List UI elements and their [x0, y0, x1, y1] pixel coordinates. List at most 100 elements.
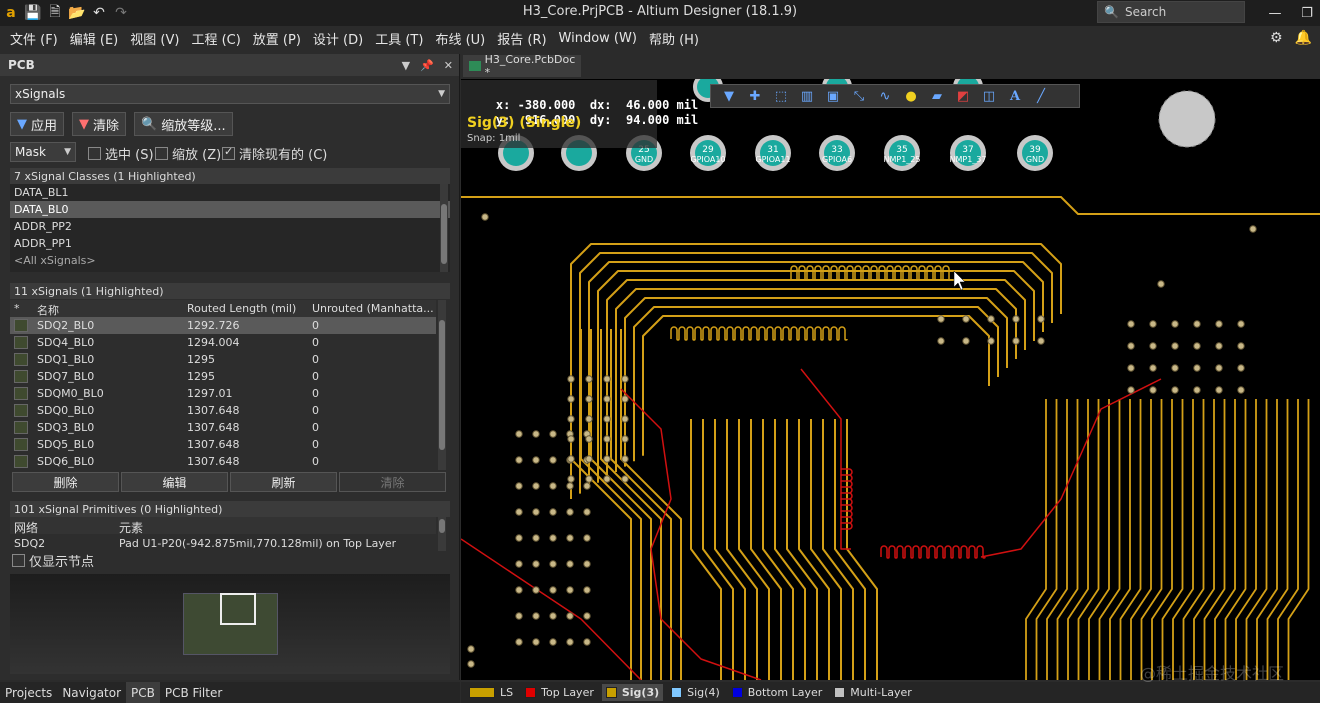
row-color-swatch[interactable]: [14, 404, 28, 417]
via-icon[interactable]: ●: [901, 87, 921, 105]
table-row[interactable]: SDQ7_BL0 1295 0: [10, 368, 436, 385]
delete-button[interactable]: 删除: [12, 472, 119, 492]
list-item-selected[interactable]: DATA_BL0: [10, 201, 450, 218]
align-icon[interactable]: ▥: [797, 87, 817, 105]
col-star[interactable]: *: [14, 302, 20, 315]
redo-icon[interactable]: ↷: [110, 0, 132, 26]
text-icon[interactable]: A: [1005, 87, 1025, 105]
scroll-thumb[interactable]: [439, 519, 445, 533]
scroll-thumb[interactable]: [439, 320, 445, 450]
board-minimap[interactable]: [10, 574, 450, 674]
menu-design[interactable]: 设计 (D): [307, 29, 369, 48]
layer-tab-top[interactable]: Top Layer: [521, 684, 598, 701]
row-color-swatch[interactable]: [14, 370, 28, 383]
gear-icon[interactable]: ⚙: [1270, 30, 1283, 46]
menu-window[interactable]: Window (W): [553, 31, 643, 46]
primitives-scrollbar[interactable]: [438, 517, 446, 551]
clear-button[interactable]: ▼ 清除: [72, 112, 127, 136]
polygon-icon[interactable]: ▰: [927, 87, 947, 105]
tab-pcb[interactable]: PCB: [126, 682, 160, 703]
tab-navigator[interactable]: Navigator: [57, 682, 126, 703]
row-color-swatch[interactable]: [14, 421, 28, 434]
save-all-icon[interactable]: 🗎: [44, 0, 66, 26]
panel-menu-icon[interactable]: ▼: [402, 59, 410, 72]
component-icon[interactable]: ▣: [823, 87, 843, 105]
classes-scrollbar[interactable]: [440, 184, 448, 272]
table-row[interactable]: SDQ6_BL0 1307.648 0: [10, 453, 436, 470]
undo-icon[interactable]: ↶: [88, 0, 110, 26]
signals-scrollbar[interactable]: [438, 300, 446, 470]
col-net[interactable]: 网络: [14, 519, 38, 536]
layer-tab-multi[interactable]: Multi-Layer: [830, 684, 916, 701]
list-item[interactable]: <All xSignals>: [10, 252, 450, 269]
layer-tab-bottom[interactable]: Bottom Layer: [728, 684, 827, 701]
diff-pair-icon[interactable]: ∿: [875, 87, 895, 105]
mode-select[interactable]: xSignals ▼: [10, 84, 450, 104]
tab-document[interactable]: H3_Core.PcbDoc *: [463, 53, 581, 79]
clear-existing-checkbox[interactable]: 清除现有的 (C): [222, 144, 327, 163]
minimize-icon[interactable]: —: [1262, 0, 1288, 26]
row-color-swatch[interactable]: [14, 353, 28, 366]
col-element[interactable]: 元素: [119, 519, 143, 536]
row-color-swatch[interactable]: [14, 336, 28, 349]
table-row[interactable]: SDQM0_BL0 1297.01 0: [10, 385, 436, 402]
refresh-button[interactable]: 刷新: [230, 472, 337, 492]
route-icon[interactable]: ⤡: [849, 87, 869, 105]
table-row[interactable]: SDQ2 Pad U1-P20(-942.875mil,770.128mil) …: [10, 535, 436, 552]
row-color-swatch[interactable]: [14, 438, 28, 451]
menu-project[interactable]: 工程 (C): [185, 29, 246, 48]
mask-select[interactable]: Mask ▼: [10, 142, 76, 162]
menu-file[interactable]: 文件 (F): [4, 29, 64, 48]
close-icon[interactable]: ✕: [444, 59, 453, 72]
apply-button[interactable]: ▼ 应用: [10, 112, 65, 136]
pcb-artwork[interactable]: 25GND29GPIOA1031GPIOA1133GPIOA635NMP1_25…: [461, 79, 1320, 680]
table-row[interactable]: SDQ5_BL0 1307.648 0: [10, 436, 436, 453]
select-rect-icon[interactable]: ⬚: [771, 87, 791, 105]
pcb-canvas[interactable]: 25 GND 29 GPIOA10 31 GPIOA11 33 GPIOA6 35 NMP1_25…: [461, 79, 1320, 680]
pin-icon[interactable]: 📌: [420, 59, 434, 72]
table-row[interactable]: SDQ0_BL0 1307.648 0: [10, 402, 436, 419]
list-item[interactable]: DATA_BL1: [10, 184, 450, 201]
scroll-thumb[interactable]: [441, 204, 447, 264]
zoom-level-button[interactable]: 🔍 缩放等级...: [134, 112, 233, 136]
menu-view[interactable]: 视图 (V): [124, 29, 185, 48]
table-row[interactable]: SDQ2_BL0 1292.726 0: [10, 317, 436, 334]
tab-pcb-filter[interactable]: PCB Filter: [160, 682, 227, 703]
open-folder-icon[interactable]: 📂: [66, 0, 88, 26]
menu-route[interactable]: 布线 (U): [429, 29, 491, 48]
layer-tab-ls[interactable]: LS: [465, 684, 517, 701]
crosshair-icon[interactable]: ✚: [745, 87, 765, 105]
col-routed-length[interactable]: Routed Length (mil): [187, 302, 296, 315]
show-nodes-checkbox[interactable]: 仅显示节点: [12, 551, 94, 570]
menu-edit[interactable]: 编辑 (E): [64, 29, 125, 48]
row-color-swatch[interactable]: [14, 319, 28, 332]
menu-place[interactable]: 放置 (P): [247, 29, 307, 48]
notification-bell-icon[interactable]: 🔔: [1295, 30, 1312, 46]
line-icon[interactable]: ╱: [1031, 87, 1051, 105]
dimension-icon[interactable]: ◫: [979, 87, 999, 105]
list-item[interactable]: ADDR_PP1: [10, 235, 450, 252]
row-color-swatch[interactable]: [14, 387, 28, 400]
minimap-viewport-rect[interactable]: [220, 593, 256, 625]
col-unrouted[interactable]: Unrouted (Manhatta...: [312, 302, 434, 315]
layer-tab-sig4[interactable]: Sig(4): [667, 684, 724, 701]
filter-icon[interactable]: ▼: [719, 87, 739, 105]
table-row[interactable]: SDQ1_BL0 1295 0: [10, 351, 436, 368]
list-item[interactable]: ADDR_PP2: [10, 218, 450, 235]
menu-reports[interactable]: 报告 (R): [491, 29, 552, 48]
menu-tools[interactable]: 工具 (T): [369, 29, 429, 48]
save-icon[interactable]: 💾: [22, 0, 44, 26]
table-row[interactable]: SDQ4_BL0 1294.004 0: [10, 334, 436, 351]
row-color-swatch[interactable]: [14, 455, 28, 468]
col-name[interactable]: 名称: [37, 302, 59, 318]
select-checkbox[interactable]: 选中 (S): [88, 144, 154, 163]
keepout-icon[interactable]: ◩: [953, 87, 973, 105]
clear-selection-button[interactable]: 清除: [339, 472, 446, 492]
zoom-checkbox[interactable]: 缩放 (Z): [155, 144, 221, 163]
tab-projects[interactable]: Projects: [0, 682, 57, 703]
table-row[interactable]: SDQ3_BL0 1307.648 0: [10, 419, 436, 436]
menu-help[interactable]: 帮助 (H): [643, 29, 705, 48]
edit-button[interactable]: 编辑: [121, 472, 228, 492]
restore-icon[interactable]: ❐: [1294, 0, 1320, 26]
search-input[interactable]: 🔍 Search: [1097, 1, 1245, 23]
